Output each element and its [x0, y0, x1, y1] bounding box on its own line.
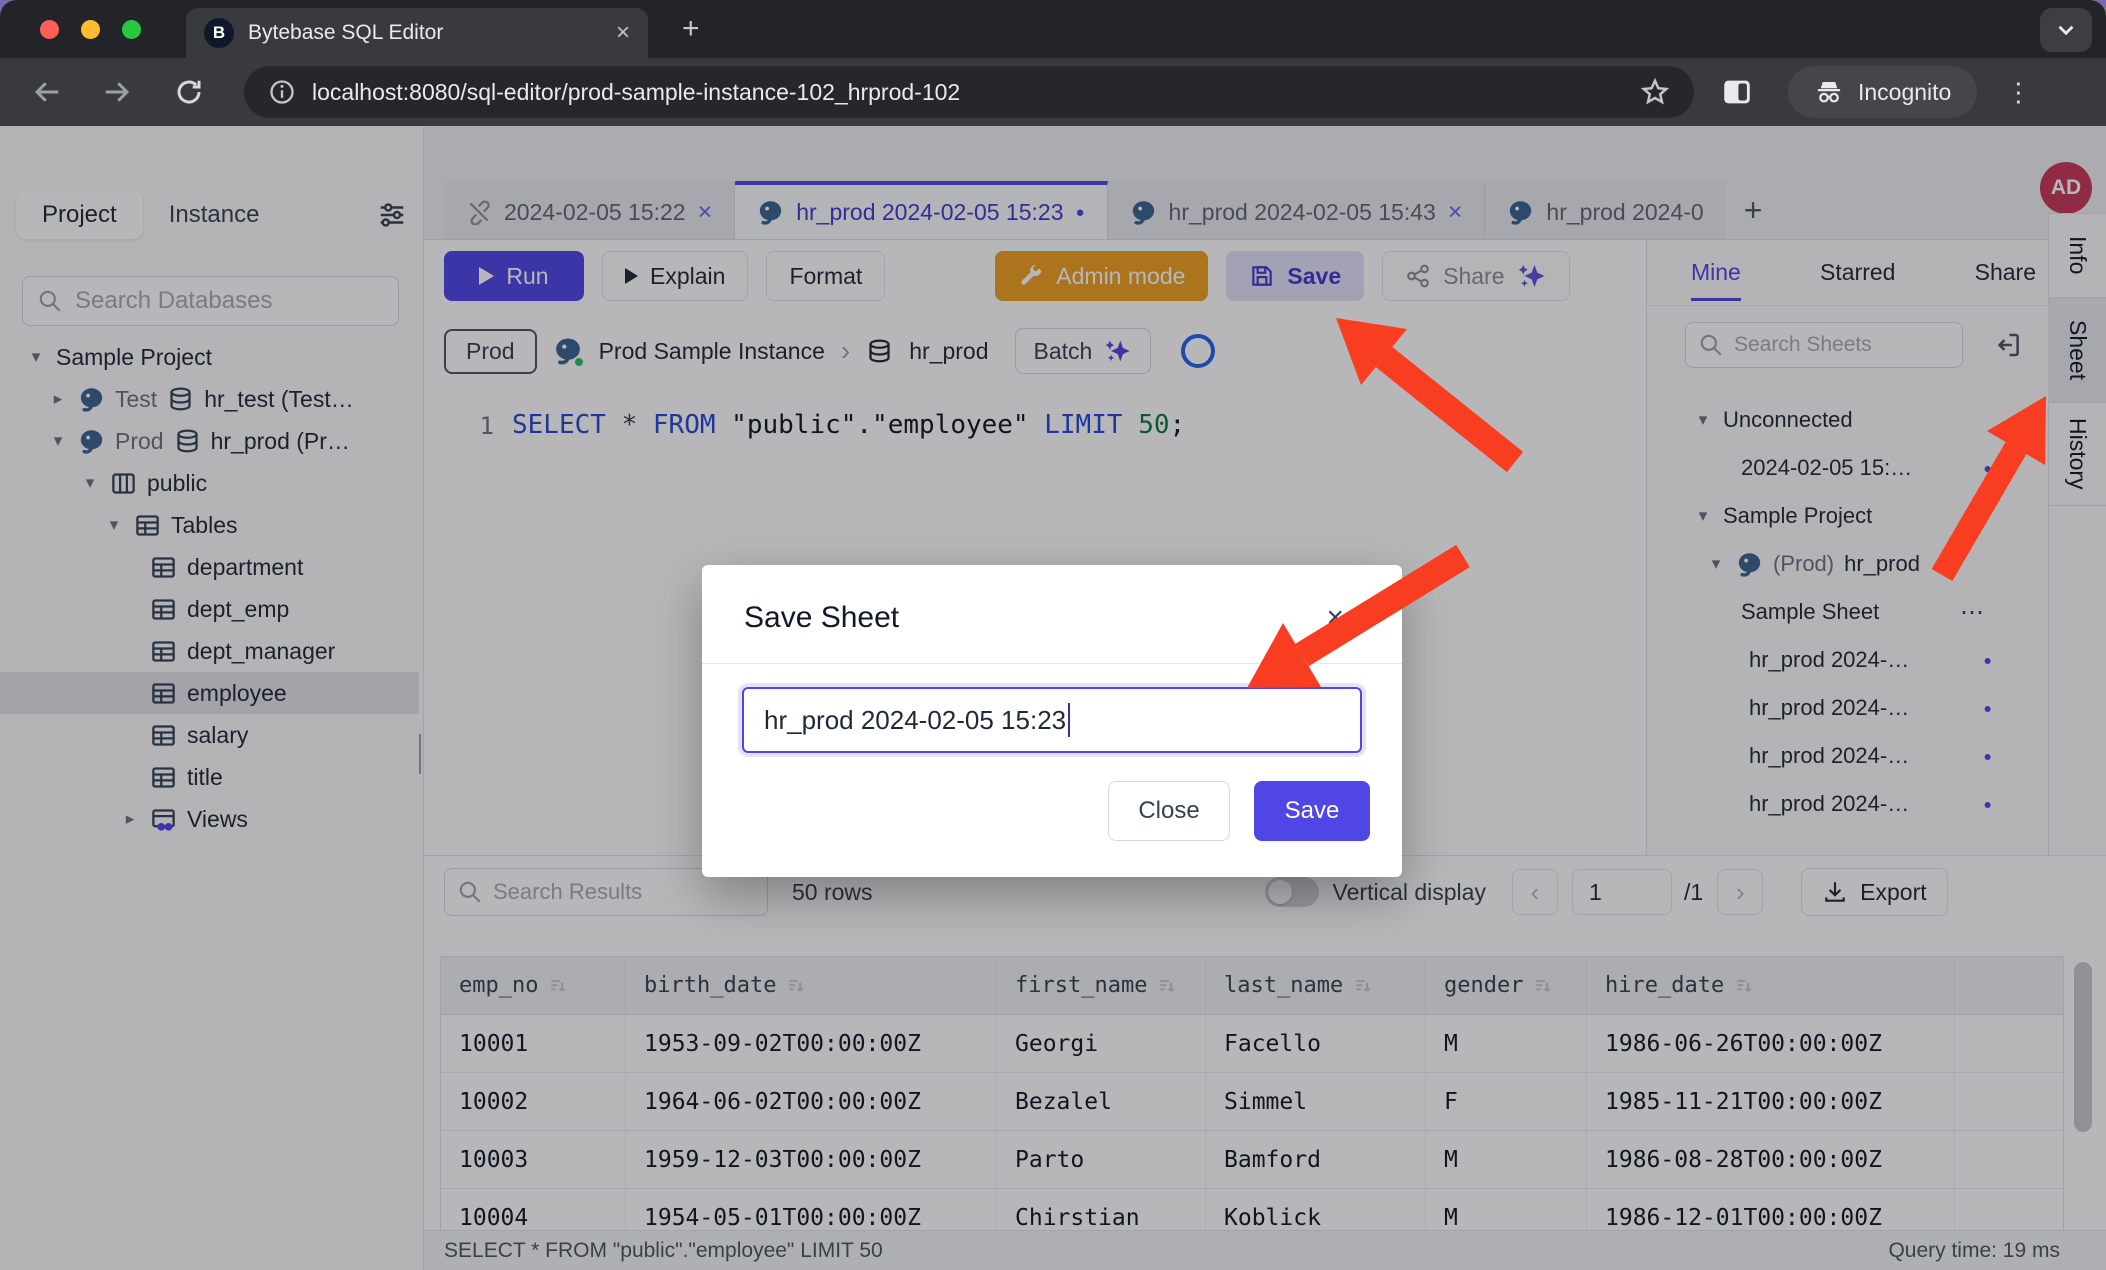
dialog-save-button[interactable]: Save [1254, 781, 1370, 841]
sheet-name-value: hr_prod 2024-02-05 15:23 [764, 705, 1066, 736]
bytebase-favicon-icon: B [204, 18, 234, 48]
maximize-window-button[interactable] [122, 20, 141, 39]
sheet-name-input[interactable]: hr_prod 2024-02-05 15:23 [742, 687, 1362, 753]
minimize-window-button[interactable] [81, 20, 100, 39]
close-window-button[interactable] [40, 20, 59, 39]
tab-search-chevron-button[interactable] [2040, 8, 2092, 52]
browser-tab-title: Bytebase SQL Editor [248, 21, 602, 45]
bytebase-sql-editor: Project Instance ▾Sample Project ▸Testhr… [0, 126, 2106, 1270]
forward-icon[interactable] [102, 77, 132, 107]
bookmark-star-icon[interactable] [1640, 77, 1670, 107]
site-info-icon[interactable] [268, 78, 296, 106]
dialog-divider [702, 663, 1402, 664]
macos-traffic-lights[interactable] [40, 20, 141, 39]
text-cursor [1068, 703, 1070, 737]
address-bar[interactable]: localhost:8080/sql-editor/prod-sample-in… [244, 66, 1694, 118]
side-panel-icon[interactable] [1720, 75, 1754, 109]
new-tab-button[interactable]: + [682, 14, 700, 44]
dialog-title: Save Sheet [744, 601, 899, 635]
dialog-close-button[interactable]: Close [1108, 781, 1230, 841]
browser-tabstrip: B Bytebase SQL Editor × + [0, 0, 2106, 58]
browser-menu-icon[interactable]: ⋮ [2005, 77, 2031, 108]
browser-window: B Bytebase SQL Editor × + localhost:8080… [0, 0, 2106, 1270]
browser-tab[interactable]: B Bytebase SQL Editor × [186, 8, 648, 58]
incognito-badge: Incognito [1788, 66, 1977, 118]
incognito-label: Incognito [1858, 79, 1951, 106]
browser-toolbar: localhost:8080/sql-editor/prod-sample-in… [0, 58, 2106, 126]
back-icon[interactable] [32, 77, 62, 107]
dialog-close-icon[interactable]: × [1326, 601, 1344, 635]
incognito-icon [1814, 77, 1844, 107]
tab-close-icon[interactable]: × [616, 19, 630, 47]
reload-icon[interactable] [174, 77, 204, 107]
browser-chrome: B Bytebase SQL Editor × + localhost:8080… [0, 0, 2106, 126]
save-sheet-dialog: Save Sheet × hr_prod 2024-02-05 15:23 Cl… [702, 565, 1402, 877]
url-text: localhost:8080/sql-editor/prod-sample-in… [312, 79, 1624, 106]
